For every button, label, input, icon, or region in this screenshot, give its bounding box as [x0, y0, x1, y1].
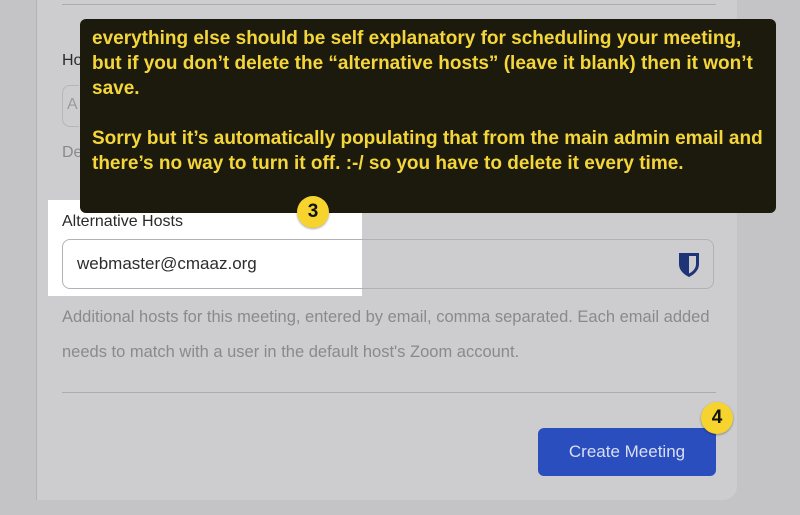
host-field-value: A [67, 96, 78, 113]
alt-hosts-input[interactable]: webmaster@cmaaz.org [62, 239, 714, 289]
alt-hosts-help: Additional hosts for this meeting, enter… [62, 308, 710, 361]
alt-hosts-value: webmaster@cmaaz.org [77, 254, 257, 273]
step-3-badge: 3 [297, 196, 329, 228]
create-meeting-button[interactable]: Create Meeting [538, 428, 716, 476]
tooltip-paragraph-1: everything else should be self explanato… [92, 28, 753, 99]
top-divider [62, 4, 716, 5]
alt-hosts-label: Alternative Hosts [62, 213, 183, 230]
bottom-divider [62, 392, 716, 393]
step-4-badge: 4 [701, 402, 733, 434]
bitwarden-shield-icon[interactable] [677, 252, 701, 278]
host-field-input[interactable]: A [62, 85, 79, 127]
tooltip-paragraph-2: Sorry but it’s automatically populating … [92, 128, 763, 174]
annotation-tooltip: everything else should be self explanato… [80, 19, 776, 213]
